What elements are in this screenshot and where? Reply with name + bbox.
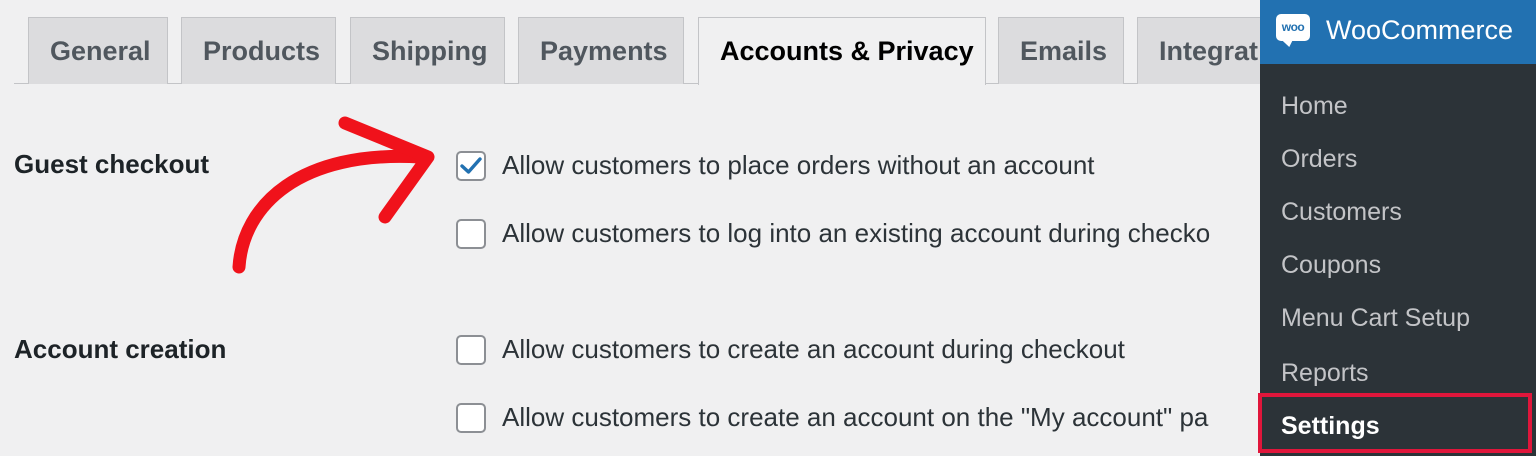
woocommerce-admin-menu: woo WooCommerce Home Orders Customers Co… <box>1260 0 1536 456</box>
place-orders-without-account-text: Allow customers to place orders without … <box>502 150 1095 180</box>
account-creation-label: Account creation <box>14 334 227 364</box>
curved-arrow-icon <box>232 116 435 274</box>
settings-tabs: General Products Shipping Payments Accou… <box>0 0 1260 85</box>
woocommerce-menu-header[interactable]: woo WooCommerce <box>1260 0 1536 64</box>
tab-shipping[interactable]: Shipping <box>350 17 505 84</box>
menu-item-customers[interactable]: Customers <box>1281 198 1402 227</box>
settings-highlight-box <box>1258 393 1532 453</box>
login-during-checkout-text: Allow customers to log into an existing … <box>502 218 1211 248</box>
tab-emails[interactable]: Emails <box>998 17 1124 84</box>
woocommerce-logo-icon: woo <box>1276 14 1310 41</box>
tab-products[interactable]: Products <box>181 17 336 84</box>
menu-item-home[interactable]: Home <box>1281 92 1348 121</box>
tab-payments[interactable]: Payments <box>518 17 684 84</box>
tab-accounts-privacy[interactable]: Accounts & Privacy <box>698 17 986 85</box>
woocommerce-menu-title: WooCommerce <box>1326 15 1514 45</box>
menu-item-reports[interactable]: Reports <box>1281 359 1369 388</box>
account-creation-option: Allow customers to create an account on … <box>456 402 1276 435</box>
guest-checkout-option: Allow customers to place orders without … <box>456 150 1276 183</box>
menu-item-orders[interactable]: Orders <box>1281 145 1357 174</box>
account-creation-option: Allow customers to create an account dur… <box>456 334 1276 367</box>
create-account-during-checkout-checkbox[interactable] <box>456 335 486 365</box>
create-account-my-account-text: Allow customers to create an account on … <box>502 402 1209 432</box>
menu-item-coupons[interactable]: Coupons <box>1281 251 1381 280</box>
create-account-my-account-checkbox[interactable] <box>456 403 486 433</box>
create-account-during-checkout-text: Allow customers to create an account dur… <box>502 334 1125 364</box>
menu-item-menu-cart-setup[interactable]: Menu Cart Setup <box>1281 304 1470 333</box>
tab-general[interactable]: General <box>28 17 168 84</box>
tab-integration[interactable]: Integrat <box>1137 17 1260 84</box>
guest-checkout-option: Allow customers to log into an existing … <box>456 218 1276 251</box>
guest-checkout-label: Guest checkout <box>14 149 210 179</box>
